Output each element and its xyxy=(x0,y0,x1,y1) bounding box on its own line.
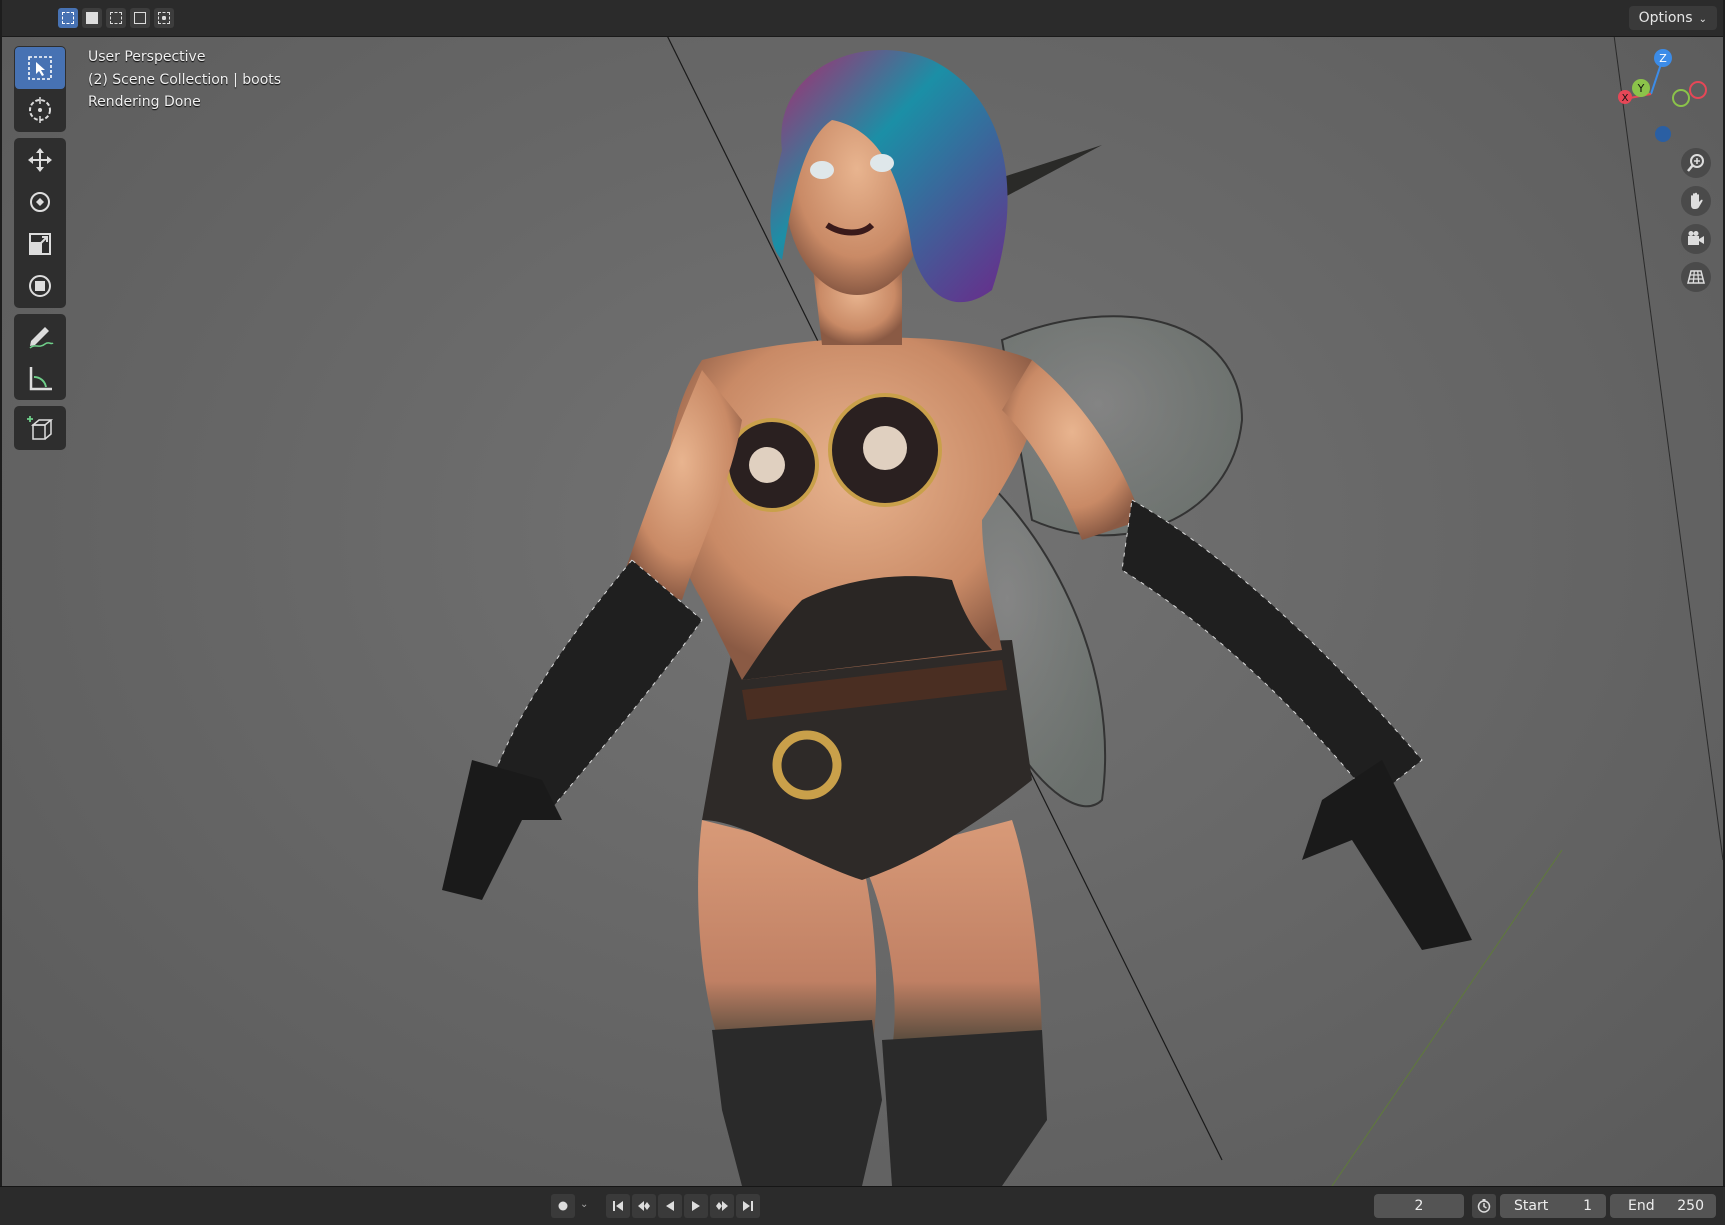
end-frame-field[interactable]: End 250 xyxy=(1610,1194,1716,1218)
scale-icon xyxy=(29,233,51,255)
scale-tool[interactable] xyxy=(15,223,65,265)
start-label: Start xyxy=(1514,1198,1549,1214)
jump-start-button[interactable] xyxy=(606,1194,630,1218)
3d-viewport[interactable]: User Perspective (2) Scene Collection | … xyxy=(2,0,1723,1186)
tool-group-annotate xyxy=(14,314,66,400)
transform-icon xyxy=(29,275,51,297)
zoom-icon xyxy=(1687,154,1704,172)
svg-text:Z: Z xyxy=(1659,52,1667,65)
pencil-icon xyxy=(29,327,54,349)
select-box-icon xyxy=(28,56,52,80)
play-icon xyxy=(692,1201,700,1211)
render-status-label: Rendering Done xyxy=(88,94,201,110)
autokey-dropdown-icon[interactable]: ⌄ xyxy=(580,1199,588,1210)
measure-tool[interactable] xyxy=(15,357,65,399)
tool-group-transform xyxy=(14,138,66,308)
play-reverse-button[interactable] xyxy=(658,1194,682,1218)
select-mode-difference-button[interactable] xyxy=(130,8,150,28)
jump-start-icon xyxy=(613,1201,623,1211)
zoom-button[interactable] xyxy=(1681,148,1711,178)
selection-mode-buttons xyxy=(58,8,174,28)
chevron-down-icon: ⌄ xyxy=(1698,14,1707,25)
current-frame-field[interactable]: 2 xyxy=(1374,1194,1464,1218)
ruler-icon xyxy=(29,367,52,391)
keyframe-forward-icon xyxy=(716,1201,728,1211)
tool-shelf xyxy=(14,46,66,456)
navigation-buttons xyxy=(1681,148,1711,292)
current-frame-value: 2 xyxy=(1414,1198,1424,1214)
collection-label: (2) Scene Collection | boots xyxy=(88,71,282,88)
jump-keyframe-back-button[interactable] xyxy=(632,1194,656,1218)
svg-text:Y: Y xyxy=(1637,82,1645,95)
jump-end-icon xyxy=(743,1201,753,1211)
gizmo-neg-z-axis[interactable] xyxy=(1655,126,1671,142)
add-cube-tool[interactable] xyxy=(15,407,65,449)
move-tool[interactable] xyxy=(15,139,65,181)
start-frame-field[interactable]: Start 1 xyxy=(1500,1194,1606,1218)
pan-button[interactable] xyxy=(1681,186,1711,216)
transform-tool[interactable] xyxy=(15,265,65,307)
play-reverse-icon xyxy=(666,1201,674,1211)
clock-icon xyxy=(1477,1199,1491,1213)
keyframe-back-icon xyxy=(638,1201,650,1211)
gizmo-neg-y-axis[interactable] xyxy=(1672,89,1690,107)
timeline-bar: ⌄ 2 Start 1 End 250 xyxy=(0,1186,1725,1225)
viewport-header: Options ⌄ xyxy=(2,0,1723,37)
gizmo-neg-x-axis[interactable] xyxy=(1689,81,1707,99)
cursor-icon xyxy=(29,97,51,123)
annotate-tool[interactable] xyxy=(15,315,65,357)
options-label: Options xyxy=(1638,10,1693,26)
select-mode-extend-button[interactable] xyxy=(82,8,102,28)
move-icon xyxy=(28,148,52,172)
select-mode-intersect-button[interactable] xyxy=(154,8,174,28)
camera-view-button[interactable] xyxy=(1681,224,1711,254)
jump-end-button[interactable] xyxy=(736,1194,760,1218)
rotate-tool[interactable] xyxy=(15,181,65,223)
view-perspective-label: User Perspective xyxy=(88,49,206,65)
record-icon xyxy=(558,1201,568,1211)
render-figure xyxy=(442,4,1723,1186)
viewport-info: User Perspective (2) Scene Collection | … xyxy=(88,46,281,114)
tool-group-select xyxy=(14,46,66,132)
autokey-button[interactable] xyxy=(551,1194,575,1218)
jump-keyframe-forward-button[interactable] xyxy=(710,1194,734,1218)
grid-icon xyxy=(1687,270,1705,284)
tool-group-add xyxy=(14,406,66,450)
camera-icon xyxy=(1688,231,1704,245)
end-label: End xyxy=(1628,1198,1655,1214)
options-dropdown[interactable]: Options ⌄ xyxy=(1628,6,1717,30)
ortho-toggle-button[interactable] xyxy=(1681,262,1711,292)
select-mode-subtract-button[interactable] xyxy=(106,8,126,28)
start-value: 1 xyxy=(1583,1198,1592,1214)
svg-text:X: X xyxy=(1622,93,1629,104)
clock-button[interactable] xyxy=(1472,1194,1496,1218)
end-value: 250 xyxy=(1677,1198,1704,1214)
select-mode-set-button[interactable] xyxy=(58,8,78,28)
rotate-icon xyxy=(30,192,50,212)
navigation-gizmo[interactable]: Z Y X xyxy=(1603,46,1713,146)
cursor-tool[interactable] xyxy=(15,89,65,131)
playback-controls xyxy=(606,1194,760,1218)
add-cube-icon xyxy=(27,416,54,440)
play-button[interactable] xyxy=(684,1194,708,1218)
hand-icon xyxy=(1691,192,1703,209)
select-box-tool[interactable] xyxy=(15,47,65,89)
